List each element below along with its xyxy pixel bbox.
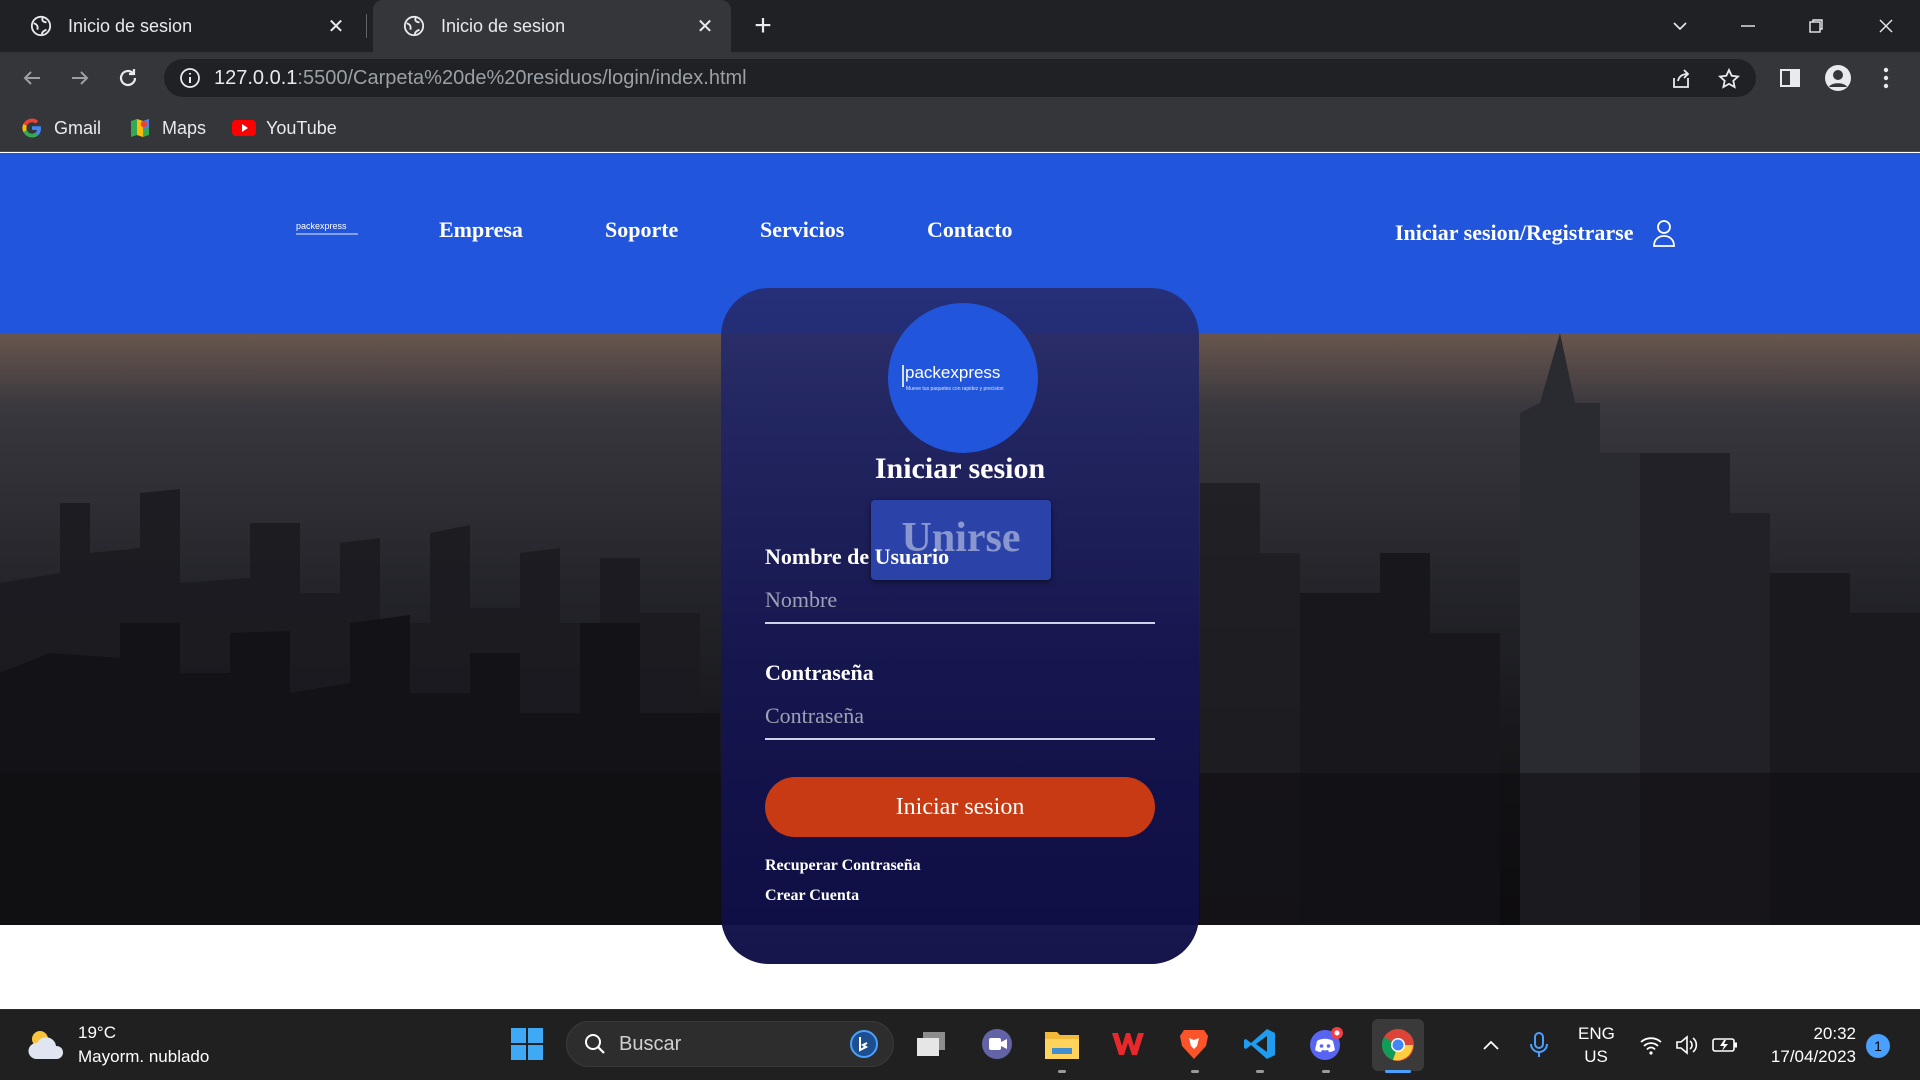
globe-icon: [403, 15, 425, 37]
address-bar[interactable]: 127.0.0.1:5500/Carpeta%20de%20residuos/l…: [164, 59, 1756, 97]
logo-name: packexpress: [296, 221, 347, 231]
tab-search-icon[interactable]: [1660, 6, 1700, 46]
bookmark-gmail[interactable]: Gmail: [20, 114, 101, 142]
chevron-up-icon[interactable]: [1478, 1032, 1504, 1058]
bookmark-label: Maps: [162, 117, 207, 138]
brave-browser-icon[interactable]: [1174, 1024, 1214, 1064]
recover-password-link[interactable]: Recuperar Contraseña: [765, 857, 921, 875]
language-region: US: [1584, 1047, 1608, 1066]
taskbar-search[interactable]: Buscar: [566, 1021, 894, 1067]
site-logo[interactable]: packexpress: [294, 221, 358, 241]
username-input[interactable]: [765, 578, 1155, 624]
search-placeholder: Buscar: [619, 1032, 682, 1055]
login-card: packexpress Mueve tus paquetes con rapid…: [721, 288, 1199, 964]
close-window-icon[interactable]: [1866, 6, 1906, 46]
bookmark-label: YouTube: [266, 117, 337, 138]
card-logo-slogan: Mueve tus paquetes con rapidez y precisi…: [906, 386, 1004, 392]
microphone-icon[interactable]: [1526, 1032, 1552, 1058]
bookmarks-bar: Gmail Maps YouTube: [0, 104, 1920, 152]
bookmark-youtube[interactable]: YouTube: [232, 114, 337, 142]
weather-widget[interactable]: 19°C Mayorm. nublado: [26, 1020, 209, 1070]
share-icon[interactable]: [1670, 68, 1692, 90]
chrome-icon[interactable]: [1372, 1019, 1424, 1071]
login-title: Iniciar sesion: [874, 452, 1046, 485]
search-icon: [585, 1034, 605, 1054]
reload-icon[interactable]: [112, 62, 144, 94]
forward-icon[interactable]: [64, 62, 96, 94]
wps-office-icon[interactable]: [1108, 1024, 1148, 1064]
teams-chat-icon[interactable]: [977, 1024, 1017, 1064]
running-indicator: [1322, 1070, 1330, 1073]
nav-login-register-link[interactable]: Iniciar sesion/Registrarse: [1395, 219, 1676, 247]
nav-link-servicios[interactable]: Servicios: [760, 217, 844, 243]
login-submit-button[interactable]: Iniciar sesion: [765, 777, 1155, 837]
language-indicator[interactable]: ENG US: [1578, 1022, 1615, 1068]
file-explorer-icon[interactable]: [1042, 1024, 1082, 1064]
system-clock[interactable]: 20:32 17/04/2023: [1760, 1022, 1856, 1068]
bookmark-maps[interactable]: Maps: [128, 114, 206, 142]
discord-icon[interactable]: [1306, 1024, 1346, 1064]
nav-link-soporte[interactable]: Soporte: [605, 217, 678, 243]
tab-separator: [366, 14, 367, 38]
back-icon[interactable]: [16, 62, 48, 94]
active-app-indicator: [1385, 1070, 1411, 1073]
bing-icon: [850, 1030, 878, 1058]
google-icon: [20, 116, 44, 140]
card-logo-name: packexpress: [905, 363, 1001, 382]
browser-tab-active[interactable]: Inicio de sesion ✕: [373, 0, 731, 52]
bookmark-label: Gmail: [54, 117, 102, 138]
browser-tab[interactable]: Inicio de sesion ✕: [0, 0, 362, 52]
profile-icon[interactable]: [1824, 64, 1852, 92]
nav-link-empresa[interactable]: Empresa: [439, 217, 523, 243]
password-label: Contraseña: [765, 660, 874, 685]
password-input[interactable]: [765, 694, 1155, 740]
tab-title: Inicio de sesion: [68, 15, 193, 36]
restore-icon[interactable]: [1796, 6, 1836, 46]
logo-slogan-line: [296, 233, 358, 235]
menu-kebab-icon[interactable]: [1872, 64, 1900, 92]
notification-badge[interactable]: 1: [1866, 1034, 1890, 1058]
logo-bar: [902, 365, 904, 387]
windows-taskbar: 19°C Mayorm. nublado Buscar ENG US 20:32…: [0, 1009, 1920, 1080]
partly-cloudy-icon: [28, 1031, 64, 1059]
user-icon: [1652, 220, 1675, 247]
battery-charging-icon[interactable]: [1712, 1032, 1738, 1058]
vscode-icon[interactable]: [1240, 1024, 1280, 1064]
running-indicator: [1256, 1070, 1264, 1073]
weather-condition: Mayorm. nublado: [78, 1047, 210, 1066]
create-account-link[interactable]: Crear Cuenta: [765, 887, 859, 905]
minimize-icon[interactable]: [1728, 6, 1768, 46]
close-tab-icon[interactable]: ✕: [324, 14, 348, 38]
web-page: packexpress Empresa Soporte Servicios Co…: [0, 153, 1920, 1009]
clock-date: 17/04/2023: [1770, 1047, 1856, 1066]
browser-tab-strip: Inicio de sesion ✕ Inicio de sesion ✕ +: [0, 0, 1920, 52]
running-indicator: [1058, 1070, 1066, 1073]
running-indicator: [1191, 1070, 1199, 1073]
side-panel-icon[interactable]: [1776, 64, 1804, 92]
clock-time: 20:32: [1813, 1024, 1856, 1043]
site-info-icon[interactable]: [178, 66, 202, 90]
wifi-icon[interactable]: [1638, 1032, 1664, 1058]
nav-link-contacto[interactable]: Contacto: [927, 217, 1013, 243]
nav-login-label: Iniciar sesion/Registrarse: [1395, 220, 1634, 245]
globe-icon: [30, 15, 52, 37]
maps-icon: [128, 116, 152, 140]
url-text[interactable]: 127.0.0.1:5500/Carpeta%20de%20residuos/l…: [214, 67, 747, 90]
task-view-icon[interactable]: [911, 1024, 951, 1064]
new-tab-button[interactable]: +: [748, 11, 778, 42]
bookmark-star-icon[interactable]: [1718, 68, 1740, 90]
language-code: ENG: [1578, 1024, 1615, 1043]
start-windows-icon[interactable]: [507, 1024, 547, 1064]
volume-icon[interactable]: [1674, 1032, 1700, 1058]
weather-temp: 19°C: [78, 1023, 116, 1042]
close-tab-icon[interactable]: ✕: [693, 14, 717, 38]
tab-title: Inicio de sesion: [441, 15, 566, 36]
youtube-icon: [232, 116, 256, 140]
card-logo: packexpress Mueve tus paquetes con rapid…: [888, 303, 1038, 453]
username-label: Nombre de Usuario: [765, 544, 950, 569]
